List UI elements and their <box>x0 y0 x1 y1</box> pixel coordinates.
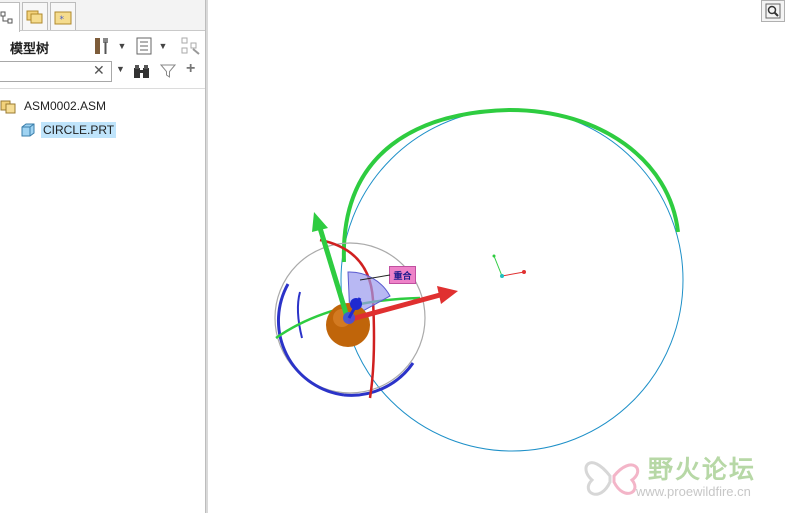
tab-favorites[interactable]: * <box>50 2 76 30</box>
constraint-tag[interactable]: 重合 <box>389 266 416 284</box>
search-dropdown-icon[interactable]: ▼ <box>116 64 125 74</box>
settings-tools-icon[interactable] <box>92 35 112 57</box>
tree-item-asm[interactable]: ASM0002.ASM <box>0 96 108 116</box>
clear-search-icon[interactable]: ✕ <box>93 62 105 79</box>
search-row: ✕ ▼ + <box>0 60 206 84</box>
settings-dropdown-icon[interactable]: ▼ <box>117 35 127 57</box>
watermark-title: 野火论坛 <box>648 456 757 484</box>
graphics-viewport[interactable] <box>208 0 789 513</box>
show-list-icon[interactable] <box>134 35 154 57</box>
model-tree-title: 模型树 <box>10 41 50 56</box>
app-window: * 模型树 ▼ ▼ ✕ ▼ + ASM0002.ASM CIRCLE.PRT 重… <box>0 0 789 513</box>
assembly-icon <box>0 100 16 114</box>
highlighted-arc <box>341 107 680 263</box>
binoculars-icon[interactable] <box>133 63 151 82</box>
tab-folder-browser[interactable] <box>22 2 48 30</box>
tree-separator <box>0 88 206 89</box>
part-coordinate-system <box>492 254 526 278</box>
favorites-icon: * <box>54 11 72 25</box>
watermark-url: www.proewildfire.cn <box>636 484 751 499</box>
model-tree-panel: * 模型树 ▼ ▼ ✕ ▼ + ASM0002.ASM CIRCLE.PRT <box>0 0 206 513</box>
watermark: 野火论坛 www.proewildfire.cn <box>580 446 780 506</box>
tree-item-label: CIRCLE.PRT <box>41 122 117 138</box>
add-icon[interactable]: + <box>186 60 195 78</box>
part-icon <box>21 123 35 137</box>
tree-filter-settings-icon[interactable] <box>180 35 202 57</box>
tree-item-label: ASM0002.ASM <box>24 99 107 113</box>
filter-icon[interactable] <box>159 63 177 82</box>
panel-tabbar: * <box>0 0 206 32</box>
tree-item-part[interactable]: CIRCLE.PRT <box>20 120 117 140</box>
show-dropdown-icon[interactable]: ▼ <box>158 35 168 57</box>
constraint-tag-leader <box>360 274 391 281</box>
model-tree-icon <box>0 11 13 23</box>
svg-text:*: * <box>60 15 65 25</box>
tab-model-tree[interactable] <box>0 2 20 32</box>
folder-browser-icon <box>26 10 43 23</box>
